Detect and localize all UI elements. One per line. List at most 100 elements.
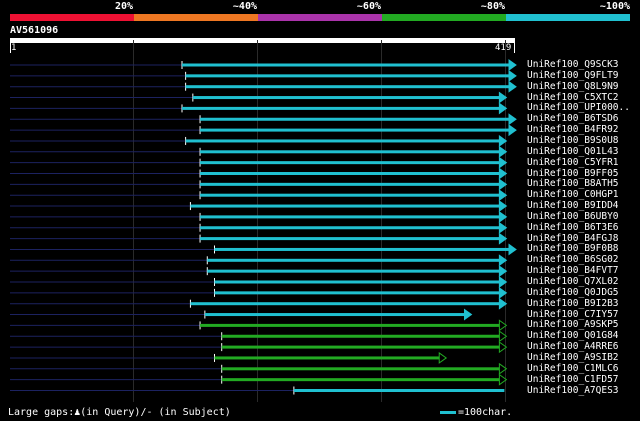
hit-end-arrow [498, 286, 508, 299]
hit-row[interactable] [10, 330, 508, 343]
hit-label[interactable]: UniRef100_C5XTC2 [527, 92, 619, 103]
hit-alignment-bar[interactable] [200, 237, 501, 241]
hit-alignment-bar[interactable] [190, 204, 501, 208]
hit-row[interactable] [10, 243, 517, 256]
hit-label[interactable]: UniRef100_B6T3E6 [527, 222, 619, 233]
hit-alignment-bar[interactable] [182, 106, 501, 110]
hit-label[interactable]: UniRef100_C1FD57 [527, 374, 619, 385]
hit-alignment-bar[interactable] [200, 323, 501, 327]
hit-row[interactable] [10, 200, 508, 213]
hit-label[interactable]: UniRef100_C0HGP1 [527, 190, 619, 200]
hit-row[interactable] [10, 297, 508, 310]
hit-end-arrow [498, 232, 508, 245]
hit-label[interactable]: UniRef100_Q9FLT9 [527, 70, 619, 81]
hit-alignment-bar[interactable] [190, 302, 501, 306]
hit-row[interactable] [10, 210, 508, 223]
hit-alignment-bar[interactable] [200, 226, 501, 230]
hit-row[interactable] [10, 221, 508, 234]
hit-label[interactable]: UniRef100_A9SIB2 [527, 352, 619, 363]
hit-label[interactable]: UniRef100_A9SKP5 [527, 320, 619, 330]
hit-row[interactable] [10, 386, 505, 395]
hit-label[interactable]: UniRef100_B6TSD6 [527, 114, 619, 124]
hit-row[interactable] [10, 145, 508, 158]
hit-end-arrow [498, 145, 508, 158]
hit-alignment-bar[interactable] [185, 139, 501, 143]
hit-alignment-bar[interactable] [214, 280, 501, 284]
hit-label[interactable]: UniRef100_B4FVT7 [527, 266, 619, 276]
hit-row[interactable] [10, 167, 508, 180]
hit-label[interactable]: UniRef100_Q0JDG5 [527, 287, 619, 298]
hit-row[interactable] [10, 319, 508, 332]
hit-label[interactable]: UniRef100_B9IDD4 [527, 201, 619, 211]
hit-row[interactable] [10, 373, 508, 386]
hit-row[interactable] [10, 341, 508, 354]
hit-alignment-bar[interactable] [200, 182, 501, 186]
hit-label[interactable]: UniRef100_B9I2B3 [527, 298, 619, 309]
hit-alignment-bar[interactable] [221, 345, 501, 349]
hit-alignment-bar[interactable] [214, 291, 501, 295]
hit-row[interactable] [10, 69, 517, 82]
hit-alignment-bar[interactable] [200, 128, 511, 132]
hit-alignment-bar[interactable] [204, 313, 466, 317]
hit-row[interactable] [10, 254, 508, 267]
hit-alignment-bar[interactable] [221, 378, 501, 382]
hit-row[interactable] [10, 189, 508, 202]
hit-alignment-bar[interactable] [214, 356, 441, 360]
hit-alignment-bar[interactable] [207, 258, 501, 262]
hit-label[interactable]: UniRef100_Q01G84 [527, 331, 619, 341]
hit-row[interactable] [10, 286, 508, 299]
hit-row[interactable] [10, 362, 508, 375]
hit-label[interactable]: UniRef100_Q01L43 [527, 146, 619, 157]
hit-alignment-bar[interactable] [200, 215, 501, 219]
hit-end-arrow [498, 102, 508, 115]
hit-label[interactable]: UniRef100_B9F0B8 [527, 244, 619, 254]
hit-row[interactable] [10, 351, 448, 364]
hit-alignment-bar[interactable] [293, 389, 505, 392]
hit-label[interactable]: UniRef100_Q9SCK3 [527, 60, 619, 70]
hit-row[interactable] [10, 80, 517, 93]
hit-row[interactable] [10, 124, 517, 137]
hit-end-arrow [498, 221, 508, 234]
hit-label[interactable]: UniRef100_B4FGJ8 [527, 233, 619, 244]
hit-row[interactable] [10, 156, 508, 169]
hit-alignment-bar[interactable] [182, 63, 510, 67]
hit-alignment-bar[interactable] [185, 85, 510, 89]
hit-row[interactable] [10, 178, 508, 191]
hit-alignment-bar[interactable] [200, 117, 511, 121]
hit-alignment-bar[interactable] [200, 161, 501, 165]
hit-label[interactable]: UniRef100_A7QES3 [527, 385, 619, 396]
hit-label[interactable]: UniRef100_B6UBY0 [527, 211, 619, 222]
hit-row[interactable] [10, 91, 508, 104]
hit-label[interactable]: UniRef100_B4FR92 [527, 125, 619, 135]
hit-alignment-bar[interactable] [200, 193, 501, 197]
hit-alignment-bar[interactable] [200, 172, 501, 175]
hit-row[interactable] [10, 276, 508, 288]
hit-row[interactable] [10, 102, 508, 115]
hit-label[interactable]: UniRef100_Q8L9N9 [527, 81, 619, 92]
hit-label[interactable]: UniRef100_C7IY57 [527, 309, 619, 320]
hit-row[interactable] [10, 232, 508, 245]
hit-row[interactable] [10, 308, 473, 321]
hit-end-arrow [498, 362, 508, 375]
hit-label[interactable]: UniRef100_A4RRE6 [527, 342, 619, 352]
hit-alignment-bar[interactable] [192, 96, 501, 100]
hit-label[interactable]: UniRef100_B6SG02 [527, 255, 619, 265]
hit-label[interactable]: UniRef100_C1MLC6 [527, 363, 619, 374]
hit-alignment-bar[interactable] [214, 247, 510, 251]
hit-label[interactable]: UniRef100_UPI000.. [527, 103, 630, 113]
hit-alignment-bar[interactable] [200, 150, 501, 154]
hit-label[interactable]: UniRef100_Q7XL02 [527, 277, 619, 287]
alignment-hits: UniRef100_Q9SCK3 UniRef100_Q9FLT9 UniRef10… [0, 0, 640, 421]
hit-alignment-bar[interactable] [207, 269, 501, 273]
hit-row[interactable] [10, 59, 517, 71]
hit-row[interactable] [10, 265, 508, 278]
hit-label[interactable]: UniRef100_B9S0U8 [527, 135, 619, 146]
hit-label[interactable]: UniRef100_B8ATH5 [527, 179, 619, 189]
hit-alignment-bar[interactable] [185, 74, 510, 78]
hit-alignment-bar[interactable] [221, 334, 501, 338]
hit-alignment-bar[interactable] [221, 367, 501, 371]
hit-label[interactable]: UniRef100_C5YFR1 [527, 157, 619, 168]
hit-row[interactable] [10, 134, 508, 147]
hit-label[interactable]: UniRef100_B9FF05 [527, 168, 619, 179]
hit-row[interactable] [10, 113, 517, 126]
